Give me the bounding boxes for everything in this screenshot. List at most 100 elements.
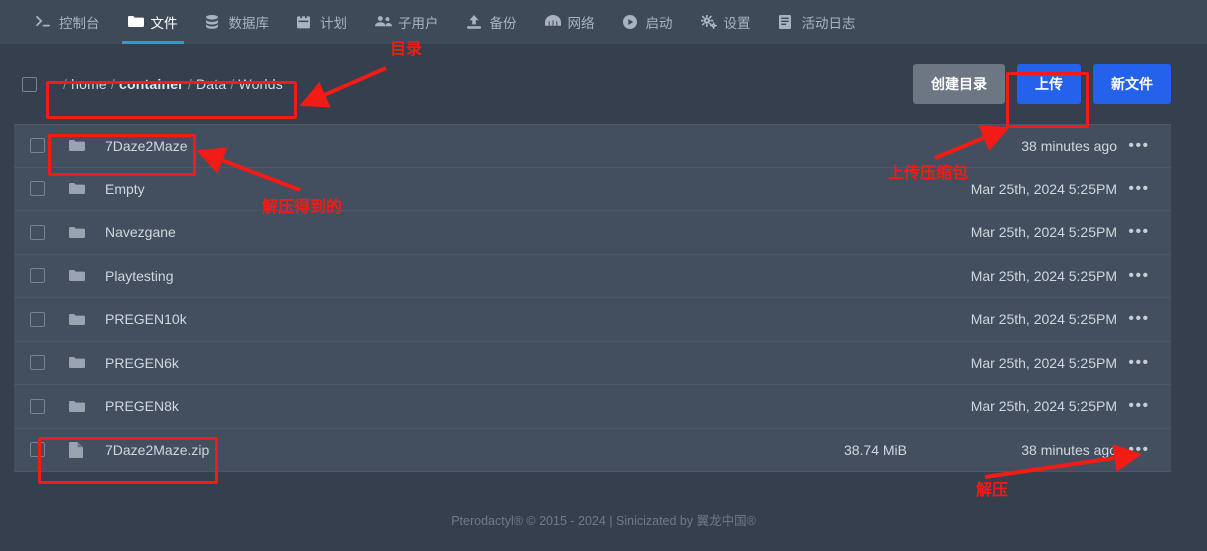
row-context-menu-button[interactable]: ••• <box>1117 354 1161 372</box>
folder-icon <box>69 355 87 371</box>
main-navigation: 控制台 文件 数据库 计划 子用户 备份 网络 启动 设置 活动日志 <box>0 0 1207 44</box>
gear-icon <box>700 15 717 29</box>
nav-tab-6[interactable]: 网络 <box>531 0 609 44</box>
folder-icon <box>69 311 87 327</box>
table-row[interactable]: PREGEN6k Mar 25th, 2024 5:25PM ••• <box>14 341 1171 385</box>
nav-tab-8[interactable]: 设置 <box>687 0 765 44</box>
breadcrumb-separator: / <box>187 76 192 92</box>
file-modified-date: Mar 25th, 2024 5:25PM <box>970 398 1117 415</box>
file-modified-date: Mar 25th, 2024 5:25PM <box>970 354 1117 371</box>
row-checkbox[interactable] <box>30 398 45 414</box>
nav-tab-label: 备份 <box>489 16 517 31</box>
folder-icon <box>69 398 87 414</box>
breadcrumb-item-0[interactable]: home <box>71 76 107 92</box>
file-manager-page: 控制台 文件 数据库 计划 子用户 备份 网络 启动 设置 活动日志 / home / containe… <box>0 0 1207 551</box>
terminal-icon <box>36 15 52 29</box>
folder-icon <box>69 224 87 240</box>
breadcrumb-root: / <box>63 76 68 92</box>
calendar-icon <box>297 15 313 29</box>
breadcrumb-separator: / <box>230 76 235 92</box>
page-content: / home / container / Data / Worlds 创建目录 上传 新文件 7D… <box>0 44 1207 529</box>
file-modified-date: 38 minutes ago <box>1021 137 1117 154</box>
nav-tab-5[interactable]: 备份 <box>453 0 531 44</box>
row-context-menu-button[interactable]: ••• <box>1117 441 1161 459</box>
breadcrumb-item-2[interactable]: Data <box>196 76 226 92</box>
file-name[interactable]: 7Daze2Maze.zip <box>105 442 717 458</box>
table-row[interactable]: 7Daze2Maze 38 minutes ago ••• <box>14 124 1171 168</box>
file-name[interactable]: Playtesting <box>105 268 717 284</box>
file-name[interactable]: 7Daze2Maze <box>105 138 717 154</box>
nav-tab-9[interactable]: 活动日志 <box>765 0 870 44</box>
row-checkbox[interactable] <box>30 355 45 371</box>
file-name[interactable]: PREGEN10k <box>105 311 717 327</box>
file-modified-date: Mar 25th, 2024 5:25PM <box>970 267 1117 284</box>
nav-tab-label: 文件 <box>150 16 178 31</box>
nav-tab-label: 启动 <box>645 16 673 31</box>
row-context-menu-button[interactable]: ••• <box>1117 137 1161 155</box>
row-context-menu-button[interactable]: ••• <box>1117 223 1161 241</box>
toolbar-button-1[interactable]: 上传 <box>1017 64 1081 104</box>
nav-tab-label: 设置 <box>723 16 751 31</box>
users-icon <box>375 15 392 29</box>
breadcrumb: / home / container / Data / Worlds <box>59 76 283 92</box>
nav-tab-2[interactable]: 数据库 <box>192 0 284 44</box>
nav-tab-label: 计划 <box>320 16 347 31</box>
toolbar-button-0[interactable]: 创建目录 <box>913 64 1005 104</box>
folder-icon <box>69 268 87 284</box>
row-context-menu-button[interactable]: ••• <box>1117 180 1161 198</box>
file-name[interactable]: PREGEN6k <box>105 355 717 371</box>
row-context-menu-button[interactable]: ••• <box>1117 310 1161 328</box>
row-checkbox[interactable] <box>30 442 45 458</box>
folder-icon <box>127 15 144 29</box>
play-icon <box>622 15 639 29</box>
file-modified-date: 38 minutes ago <box>1021 441 1117 458</box>
nav-tab-3[interactable]: 计划 <box>283 0 361 44</box>
file-name[interactable]: Navezgane <box>105 224 717 240</box>
toolbar-button-2[interactable]: 新文件 <box>1093 64 1171 104</box>
file-list: 7Daze2Maze 38 minutes ago ••• Empty Mar 25th… <box>14 124 1171 472</box>
table-row[interactable]: 7Daze2Maze.zip 38.74 MiB 38 minutes ago ••• <box>14 428 1171 472</box>
network-icon <box>544 15 561 29</box>
database-icon <box>205 15 222 29</box>
nav-tab-1[interactable]: 文件 <box>114 0 192 44</box>
nav-tab-label: 子用户 <box>398 16 439 31</box>
breadcrumb-item-1[interactable]: container <box>119 76 184 92</box>
row-checkbox[interactable] <box>30 181 45 197</box>
table-row[interactable]: Navezgane Mar 25th, 2024 5:25PM ••• <box>14 211 1171 255</box>
table-row[interactable]: Playtesting Mar 25th, 2024 5:25PM ••• <box>14 254 1171 298</box>
row-context-menu-button[interactable]: ••• <box>1117 397 1161 415</box>
file-name[interactable]: Empty <box>105 181 717 197</box>
footer: Pterodactyl® © 2015 - 2024 | Sinicizated… <box>0 510 1207 529</box>
file-icon <box>69 441 87 458</box>
toolbar-buttons: 创建目录 上传 新文件 <box>901 64 1171 104</box>
file-toolbar: / home / container / Data / Worlds 创建目录 上传 新文件 <box>0 44 1207 124</box>
folder-icon <box>69 181 87 197</box>
nav-tab-7[interactable]: 启动 <box>609 0 687 44</box>
row-checkbox[interactable] <box>30 224 45 240</box>
file-modified-date: Mar 25th, 2024 5:25PM <box>970 224 1117 241</box>
nav-tab-label: 数据库 <box>228 16 270 31</box>
breadcrumb-item-3[interactable]: Worlds <box>238 76 283 92</box>
footer-text: Pterodactyl® © 2015 - 2024 | Sinicizated… <box>451 514 756 528</box>
row-checkbox[interactable] <box>30 311 45 327</box>
nav-tab-4[interactable]: 子用户 <box>361 0 453 44</box>
table-row[interactable]: PREGEN10k Mar 25th, 2024 5:25PM ••• <box>14 298 1171 342</box>
nav-tab-label: 网络 <box>567 16 595 31</box>
select-all-checkbox[interactable] <box>22 76 37 92</box>
nav-tab-label: 活动日志 <box>801 16 856 31</box>
log-icon <box>778 15 795 29</box>
upload-icon <box>466 15 483 29</box>
table-row[interactable]: PREGEN8k Mar 25th, 2024 5:25PM ••• <box>14 385 1171 429</box>
table-row[interactable]: Empty Mar 25th, 2024 5:25PM ••• <box>14 167 1171 211</box>
file-size: 38.74 MiB <box>843 441 907 458</box>
file-modified-date: Mar 25th, 2024 5:25PM <box>970 311 1117 328</box>
nav-tab-label: 控制台 <box>59 16 100 31</box>
file-name[interactable]: PREGEN8k <box>105 398 717 414</box>
nav-tab-0[interactable]: 控制台 <box>22 0 114 44</box>
row-checkbox[interactable] <box>30 268 45 284</box>
folder-icon <box>69 138 87 154</box>
row-context-menu-button[interactable]: ••• <box>1117 267 1161 285</box>
file-modified-date: Mar 25th, 2024 5:25PM <box>970 180 1117 197</box>
breadcrumb-separator: / <box>110 76 116 92</box>
row-checkbox[interactable] <box>30 138 45 154</box>
